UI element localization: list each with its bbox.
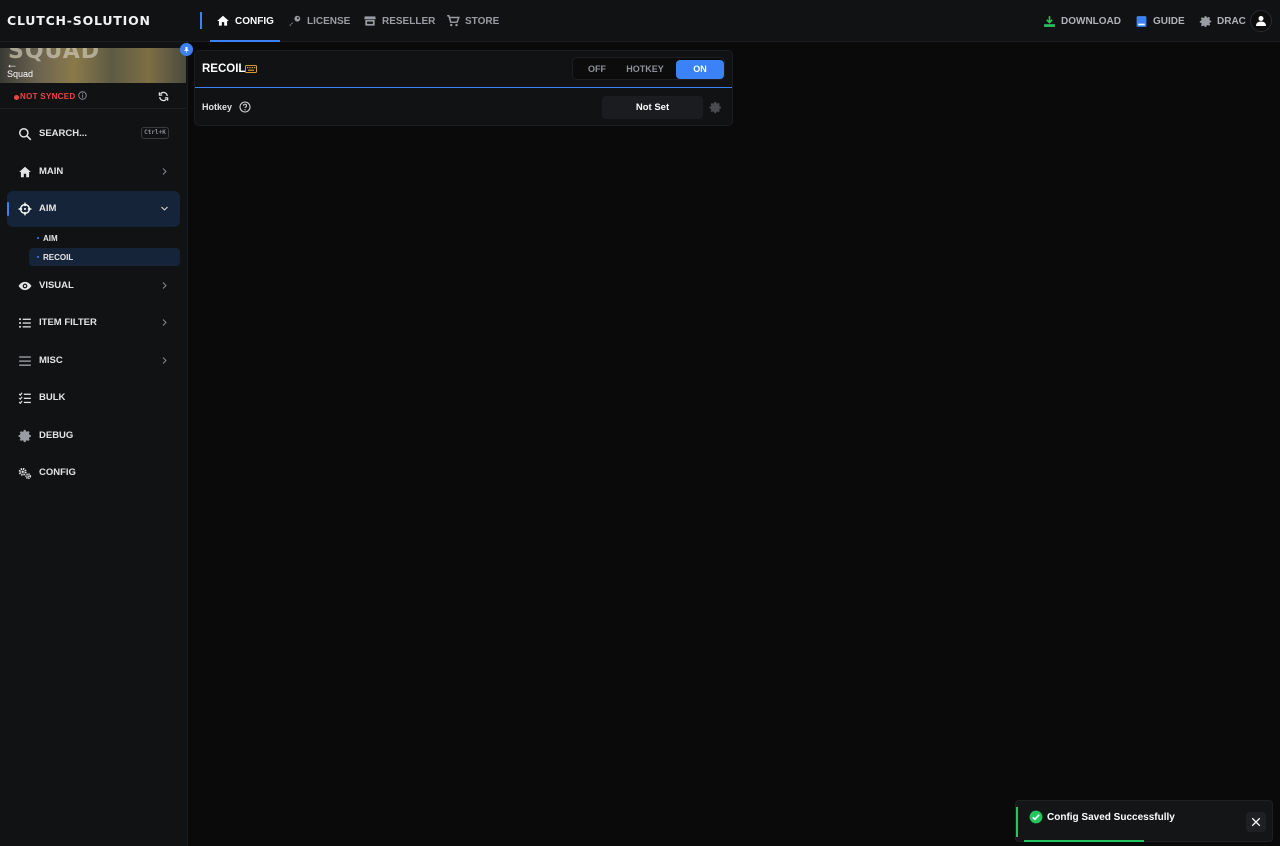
close-icon xyxy=(1251,817,1261,827)
sidebar-item-label: DEBUG xyxy=(39,430,74,441)
chevron-right-icon xyxy=(162,319,167,326)
search-icon xyxy=(19,128,32,141)
tab-store-label: STORE xyxy=(465,15,500,27)
info-icon[interactable] xyxy=(78,91,87,100)
home-icon xyxy=(19,166,31,178)
guide-label: GUIDE xyxy=(1153,15,1185,27)
toast-close-button[interactable] xyxy=(1246,812,1266,832)
brand-logo: CLUTCH-SOLUTION xyxy=(7,13,151,28)
book-icon xyxy=(1136,15,1147,27)
sidebar-item-aim[interactable]: AIM xyxy=(7,191,180,227)
mode-on-button[interactable]: ON xyxy=(676,60,724,79)
download-link[interactable]: DOWNLOAD xyxy=(1043,0,1121,42)
sidebar-subitem-aim[interactable]: AIM xyxy=(29,229,180,247)
game-banner[interactable]: SQUAD ← Squad xyxy=(0,48,186,83)
sidebar: SQUAD ← Squad NOT SYNCED SEARCH... Ctrl+… xyxy=(0,42,188,846)
sidebar-item-label: ITEM FILTER xyxy=(39,317,97,328)
refresh-icon[interactable] xyxy=(158,91,169,102)
subitem-bullet xyxy=(37,256,39,258)
sidebar-item-label: CONFIG xyxy=(39,467,76,478)
checklist-icon xyxy=(18,392,31,405)
crosshair-icon xyxy=(18,202,32,216)
subitem-bullet xyxy=(37,237,39,239)
toast-accent-bar xyxy=(1016,807,1018,837)
subitem-label: RECOIL xyxy=(43,253,74,262)
help-icon[interactable] xyxy=(239,101,251,113)
chevron-down-icon xyxy=(161,206,168,211)
top-bar: CLUTCH-SOLUTION CONFIG LICENSE RESELLER … xyxy=(0,0,1280,42)
sidebar-item-item-filter[interactable]: ITEM FILTER xyxy=(7,305,180,341)
sidebar-item-visual[interactable]: VISUAL xyxy=(7,268,180,304)
tab-reseller[interactable]: RESELLER xyxy=(363,0,435,42)
download-icon xyxy=(1044,15,1055,27)
sidebar-item-label: AIM xyxy=(39,203,57,214)
sidebar-search[interactable]: SEARCH... Ctrl+K xyxy=(7,116,180,152)
hotkey-bind-button[interactable]: Not Set xyxy=(602,96,703,119)
avatar-button[interactable] xyxy=(1250,10,1272,32)
sidebar-item-misc[interactable]: MISC xyxy=(7,343,180,379)
home-icon xyxy=(217,15,229,26)
cart-icon xyxy=(447,15,460,27)
sync-status-text: NOT SYNCED xyxy=(20,92,76,101)
gear-icon[interactable] xyxy=(709,101,722,114)
tab-license-label: LICENSE xyxy=(307,15,351,27)
chevron-right-icon xyxy=(162,168,167,175)
list-icon xyxy=(19,318,31,328)
mode-segmented-control: OFF HOTKEY ON xyxy=(572,57,725,80)
eye-icon xyxy=(18,281,32,291)
download-label: DOWNLOAD xyxy=(1061,15,1121,27)
sync-status-row: NOT SYNCED xyxy=(0,85,186,109)
sidebar-item-config[interactable]: CONFIG xyxy=(7,455,180,491)
menu-icon xyxy=(19,356,31,366)
store-icon xyxy=(364,16,376,26)
toast-notification: Config Saved Successfully xyxy=(1015,800,1273,842)
tab-config[interactable]: CONFIG xyxy=(210,0,280,42)
check-circle-icon xyxy=(1029,810,1043,824)
tab-reseller-label: RESELLER xyxy=(382,15,436,27)
recoil-panel: RECOIL OFF HOTKEY ON Hotkey Not Set xyxy=(194,50,733,126)
user-icon xyxy=(1256,16,1266,26)
toast-progress-bar xyxy=(1024,840,1144,842)
mode-off-button[interactable]: OFF xyxy=(579,60,615,79)
game-name: Squad xyxy=(7,69,34,79)
keyboard-icon xyxy=(245,65,257,73)
tab-config-label: CONFIG xyxy=(235,15,274,27)
key-icon xyxy=(289,15,301,27)
subitem-label: AIM xyxy=(43,234,58,243)
sync-status-dot xyxy=(14,95,19,100)
chevron-right-icon xyxy=(162,357,167,364)
sidebar-item-label: MISC xyxy=(39,355,63,366)
game-banner-logo: SQUAD xyxy=(8,48,101,64)
search-shortcut-badge: Ctrl+K xyxy=(141,127,169,139)
sidebar-item-main[interactable]: MAIN xyxy=(7,154,180,190)
guide-link[interactable]: GUIDE xyxy=(1135,0,1185,42)
user-name: DRAC xyxy=(1217,15,1246,27)
panel-title: RECOIL xyxy=(202,63,246,75)
tab-store[interactable]: STORE xyxy=(446,0,499,42)
toast-message: Config Saved Successfully xyxy=(1047,812,1175,823)
gears-icon xyxy=(18,467,32,480)
chevron-right-icon xyxy=(162,282,167,289)
hotkey-label: Hotkey xyxy=(202,102,233,112)
sidebar-item-label: BULK xyxy=(39,392,66,403)
top-divider xyxy=(200,12,202,29)
pin-icon[interactable] xyxy=(180,43,193,56)
mode-hotkey-button[interactable]: HOTKEY xyxy=(622,60,668,79)
tab-license[interactable]: LICENSE xyxy=(288,0,350,42)
gear-icon xyxy=(18,429,31,443)
sidebar-item-label: VISUAL xyxy=(39,280,74,291)
gear-icon xyxy=(1199,15,1212,27)
panel-header: RECOIL OFF HOTKEY ON xyxy=(195,51,732,88)
search-label: SEARCH... xyxy=(39,128,88,139)
sidebar-item-bulk[interactable]: BULK xyxy=(7,380,180,416)
user-settings-link[interactable]: DRAC xyxy=(1199,0,1246,42)
sidebar-item-debug[interactable]: DEBUG xyxy=(7,418,180,454)
sidebar-item-label: MAIN xyxy=(39,166,64,177)
sidebar-subitem-recoil[interactable]: RECOIL xyxy=(29,248,180,266)
